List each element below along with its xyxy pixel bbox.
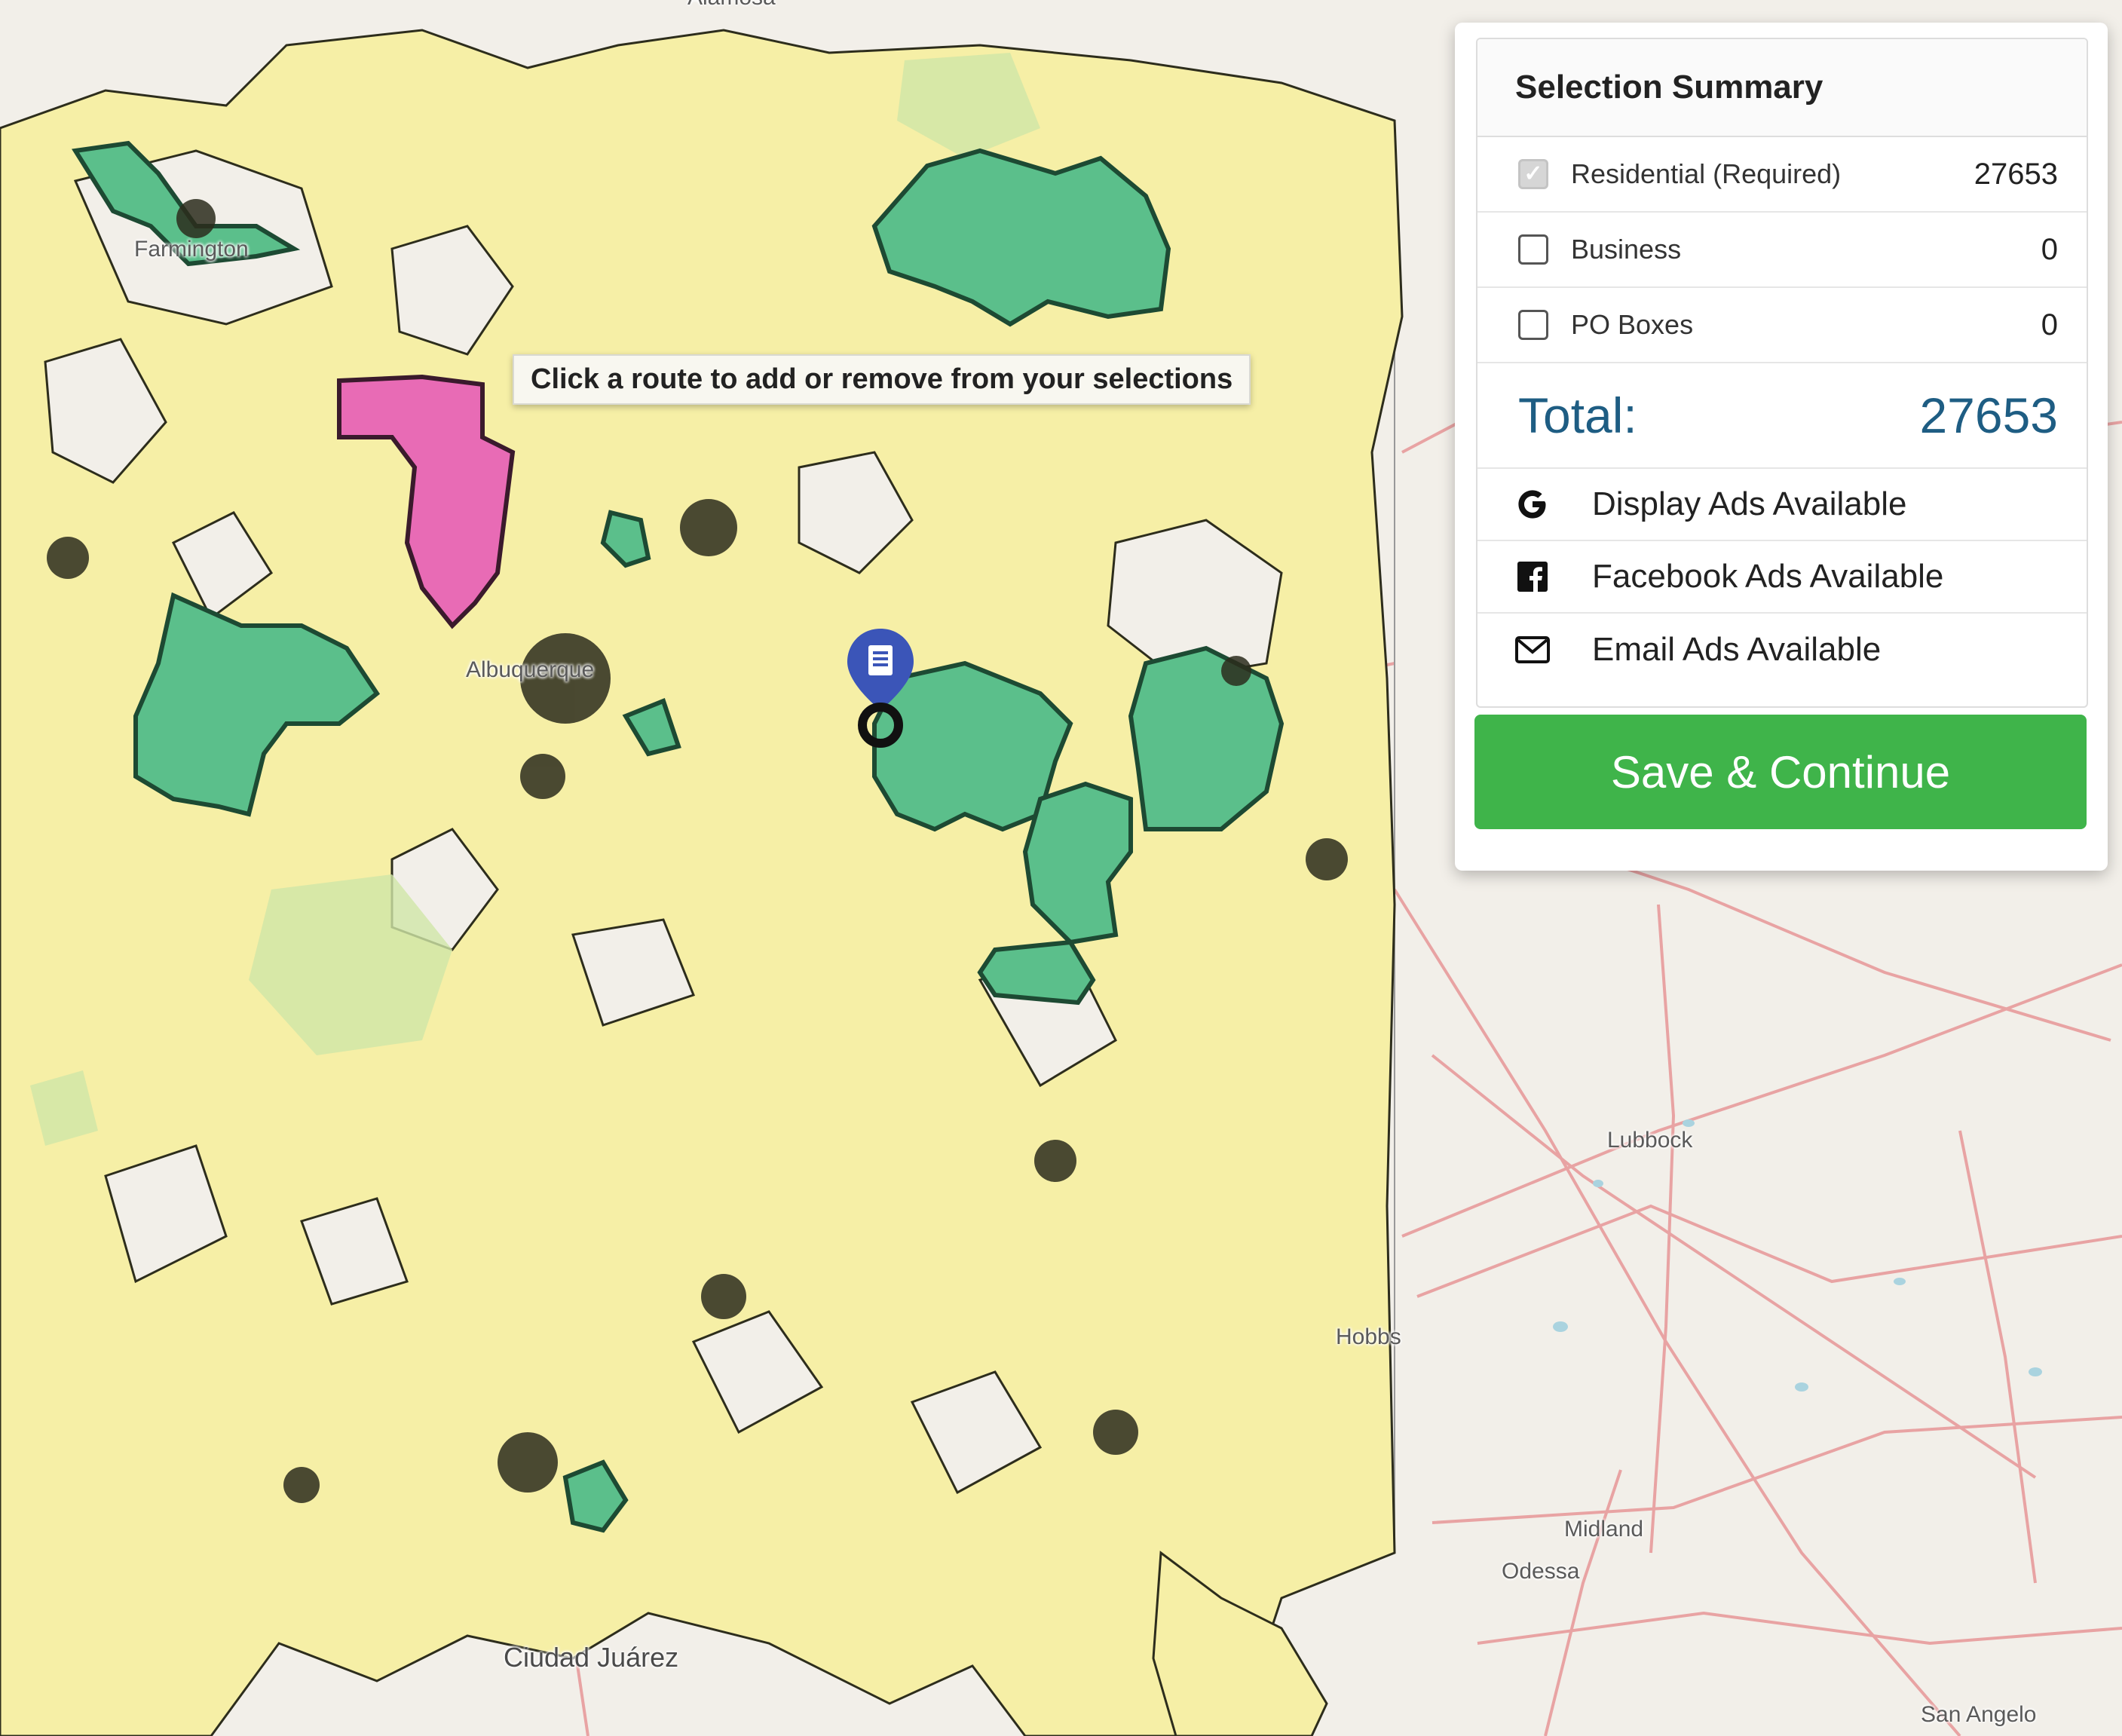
facebook-icon [1514, 558, 1551, 596]
location-marker[interactable] [844, 627, 917, 748]
row-label: Residential (Required) [1571, 158, 1842, 189]
summary-box: Selection Summary ✓ Residential (Require… [1476, 38, 2088, 708]
row-label: Business [1571, 234, 1682, 265]
place-label-midland: Midland [1564, 1517, 1644, 1542]
summary-total-row: Total: 27653 [1477, 363, 2087, 469]
ad-label: Display Ads Available [1592, 485, 1907, 522]
route-tooltip: Click a route to add or remove from your… [513, 354, 1251, 405]
row-label: PO Boxes [1571, 309, 1694, 340]
summary-title: Selection Summary [1515, 69, 1823, 106]
map-pin-icon [847, 629, 914, 748]
place-label-lubbock: Lubbock [1607, 1128, 1693, 1153]
place-label-alamosa: Alamosa [687, 0, 776, 11]
residential-checkbox[interactable]: ✓ [1518, 159, 1548, 189]
place-label-odessa: Odessa [1502, 1559, 1580, 1584]
total-value: 27653 [1919, 387, 2058, 443]
summary-row-po-boxes: PO Boxes 0 [1477, 288, 2087, 363]
row-count: 27653 [1973, 157, 2058, 191]
route-southeast-small[interactable] [977, 939, 1096, 1006]
envelope-icon [1514, 631, 1551, 669]
place-label-farmington: Farmington [134, 237, 249, 262]
summary-row-residential: ✓ Residential (Required) 27653 [1477, 137, 2087, 213]
selection-summary-panel: Selection Summary ✓ Residential (Require… [1455, 23, 2108, 871]
row-count: 0 [2041, 232, 2058, 266]
ad-row-display: Display Ads Available [1477, 469, 2087, 541]
place-label-ciudad-juarez: Ciudad Juárez [504, 1642, 679, 1673]
ad-row-email: Email Ads Available [1477, 614, 2087, 686]
place-label-albuquerque: Albuquerque [466, 657, 595, 682]
ad-row-facebook: Facebook Ads Available [1477, 541, 2087, 614]
row-count: 0 [2041, 308, 2058, 341]
place-label-san-angelo: San Angelo [1921, 1702, 2037, 1727]
google-icon [1514, 485, 1551, 523]
po-boxes-checkbox[interactable] [1518, 310, 1548, 340]
ad-label: Facebook Ads Available [1592, 558, 1944, 595]
place-label-hobbs: Hobbs [1336, 1324, 1401, 1349]
summary-row-business: Business 0 [1477, 213, 2087, 288]
total-label: Total: [1518, 387, 1637, 443]
ad-label: Email Ads Available [1592, 631, 1882, 668]
summary-header: Selection Summary [1477, 39, 2087, 137]
save-continue-button[interactable]: Save & Continue [1474, 715, 2087, 829]
business-checkbox[interactable] [1518, 234, 1548, 265]
